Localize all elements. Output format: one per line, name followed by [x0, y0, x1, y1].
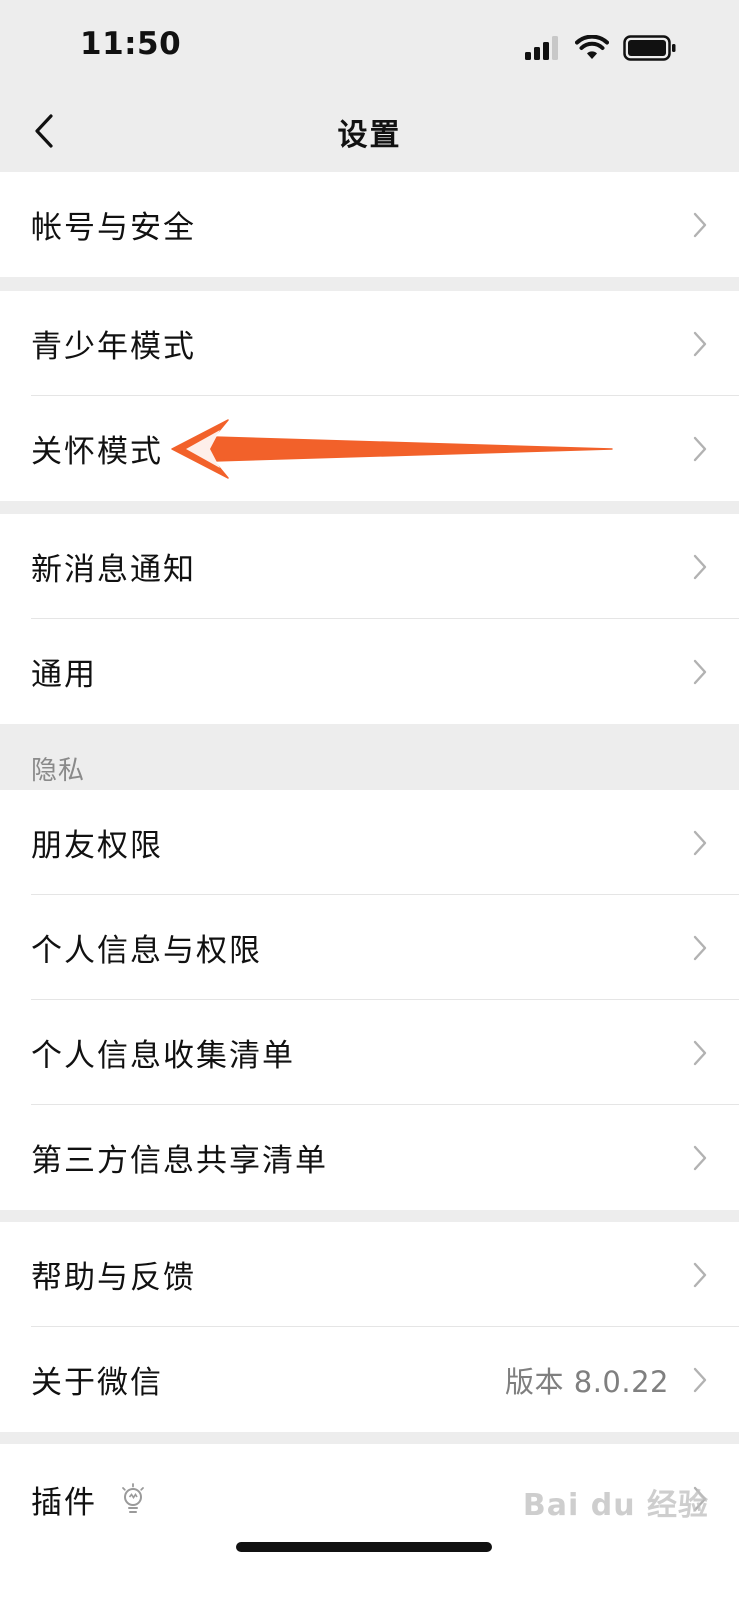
- chevron-right-icon: [693, 554, 707, 579]
- baidu-watermark: Bai du 经验: [522, 1488, 709, 1523]
- home-indicator: [236, 1542, 492, 1552]
- settings-item-label: 插件: [31, 1484, 97, 1521]
- settings-item-label: 通用: [31, 657, 97, 693]
- chevron-right-icon: [693, 212, 707, 237]
- settings-item-personal-info-collection[interactable]: 个人信息收集清单: [0, 1000, 739, 1105]
- settings-group-privacy: 朋友权限 个人信息与权限 个人信息收集清单 第三方信息共享清单: [0, 790, 739, 1210]
- settings-item-teen-mode[interactable]: 青少年模式: [0, 291, 739, 396]
- settings-item-notifications[interactable]: 新消息通知: [0, 514, 739, 619]
- chevron-right-icon: [693, 436, 707, 461]
- settings-item-third-party-sharing[interactable]: 第三方信息共享清单: [0, 1105, 739, 1210]
- settings-item-label: 个人信息与权限: [31, 933, 262, 969]
- settings-item-label: 帮助与反馈: [31, 1260, 196, 1296]
- section-title-privacy: 隐私: [31, 756, 86, 786]
- settings-item-label: 朋友权限: [31, 828, 163, 864]
- settings-item-label: 关怀模式: [31, 434, 163, 470]
- settings-item-label: 帐号与安全: [31, 210, 196, 246]
- lightbulb-icon: [122, 1483, 144, 1513]
- settings-item-account-security[interactable]: 帐号与安全: [0, 172, 739, 277]
- status-bar: 11:50: [0, 0, 739, 92]
- settings-group-about: 帮助与反馈 关于微信 版本 8.0.22: [0, 1222, 739, 1432]
- settings-item-label: 关于微信: [31, 1365, 163, 1401]
- chevron-right-icon: [693, 331, 707, 356]
- navigation-bar: 设置: [0, 92, 739, 176]
- chevron-right-icon: [693, 935, 707, 960]
- chevron-right-icon: [693, 830, 707, 855]
- status-icons: [525, 34, 677, 62]
- settings-group-general: 新消息通知 通用: [0, 514, 739, 724]
- settings-group-account: 帐号与安全: [0, 172, 739, 277]
- annotation-arrow-icon: [171, 419, 613, 479]
- arrow-shape: [171, 419, 613, 479]
- settings-item-friend-permissions[interactable]: 朋友权限: [0, 790, 739, 895]
- settings-item-about-wechat[interactable]: 关于微信 版本 8.0.22: [0, 1327, 739, 1432]
- wifi-icon: [575, 35, 609, 59]
- settings-item-help-feedback[interactable]: 帮助与反馈: [0, 1222, 739, 1327]
- version-value: 版本 8.0.22: [505, 1364, 669, 1399]
- settings-item-label: 青少年模式: [31, 329, 196, 365]
- settings-item-personal-info-permissions[interactable]: 个人信息与权限: [0, 895, 739, 1000]
- status-time: 11:50: [80, 26, 182, 62]
- chevron-right-icon: [693, 1145, 707, 1170]
- battery-icon: [623, 35, 676, 61]
- chevron-right-icon: [693, 1262, 707, 1287]
- settings-item-label: 新消息通知: [31, 552, 196, 588]
- settings-item-label: 第三方信息共享清单: [31, 1143, 328, 1179]
- cellular-signal-icon: [525, 36, 558, 60]
- settings-item-general[interactable]: 通用: [0, 619, 739, 724]
- chevron-right-icon: [693, 659, 707, 684]
- settings-item-label: 个人信息收集清单: [31, 1038, 295, 1074]
- page-title: 设置: [337, 118, 402, 153]
- settings-item-label-wrap: 插件: [31, 1477, 147, 1522]
- chevron-right-icon: [693, 1040, 707, 1065]
- chevron-right-icon: [693, 1367, 707, 1392]
